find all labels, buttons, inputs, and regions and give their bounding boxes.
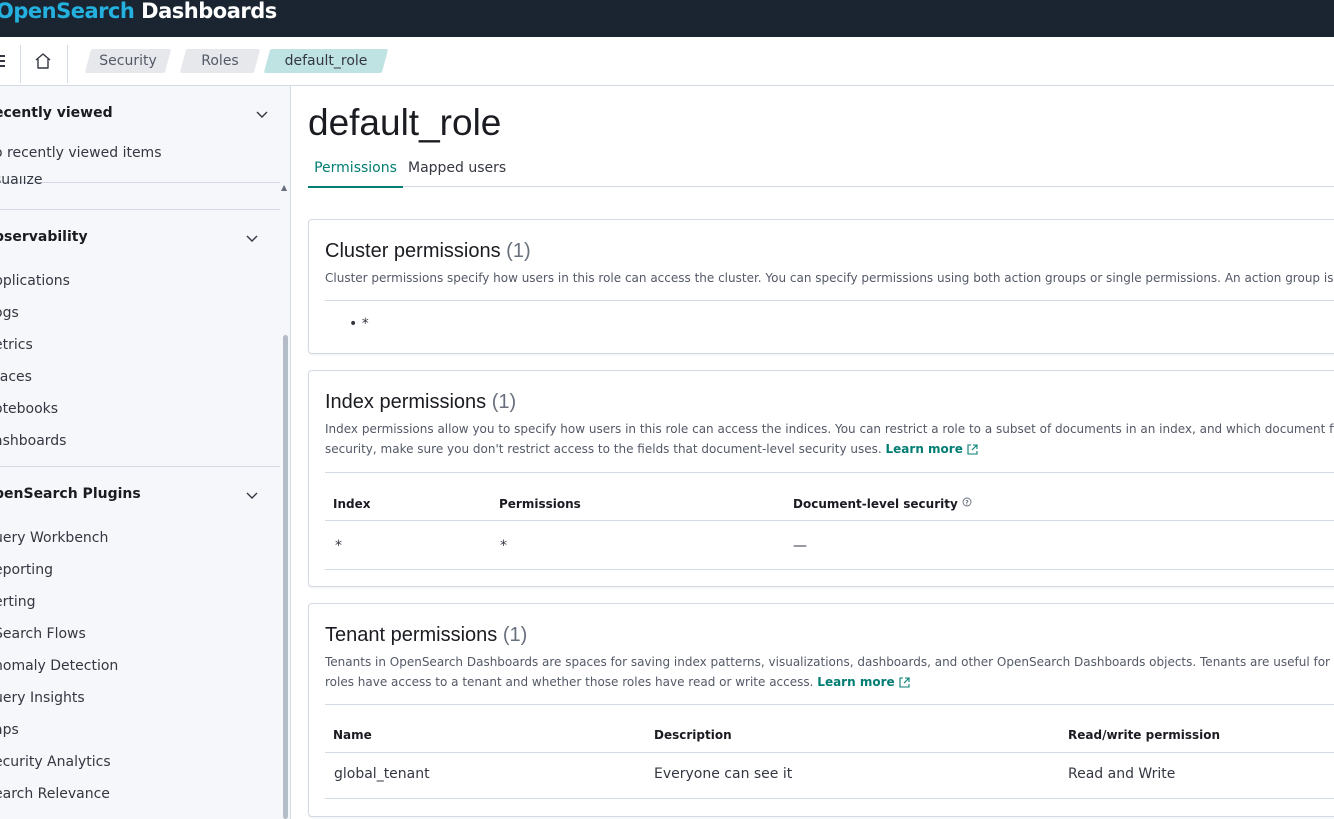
cluster-permissions-panel: Cluster permissions (1) Cluster permissi… — [308, 219, 1334, 354]
column-header-permissions[interactable]: Permissions — [499, 497, 581, 511]
main-content: default_role Permissions Mapped users Cl… — [291, 86, 1334, 819]
menu-toggle-icon[interactable] — [0, 51, 8, 71]
left-nav: ecently viewed o recently viewed items s… — [0, 86, 291, 819]
chevron-down-icon[interactable] — [246, 232, 258, 244]
divider — [0, 466, 280, 467]
divider — [325, 569, 1334, 570]
recently-viewed-title[interactable]: ecently viewed — [0, 105, 113, 121]
divider — [67, 45, 68, 83]
nav-item-search-flows[interactable]: Search Flows — [0, 626, 86, 642]
column-header-description[interactable]: Description — [654, 728, 732, 742]
permissions-cell: * — [500, 538, 507, 554]
tenant-description-cell: Everyone can see it — [654, 766, 793, 782]
divider — [325, 704, 1334, 705]
divider — [20, 45, 21, 83]
nav-item-query-workbench[interactable]: uery Workbench — [0, 530, 108, 546]
divider — [325, 300, 1334, 301]
nav-item-maps[interactable]: aps — [0, 722, 19, 738]
divider — [0, 209, 280, 210]
nav-item-traces[interactable]: races — [0, 369, 32, 385]
learn-more-link[interactable]: Learn more — [817, 675, 894, 689]
plugins-title[interactable]: penSearch Plugins — [0, 486, 141, 502]
learn-more-link[interactable]: Learn more — [886, 442, 963, 456]
brand-suffix: Dashboards — [134, 0, 277, 23]
breadcrumb-bar: Security Roles default_role — [0, 37, 1334, 86]
index-permissions-title: Index permissions (1) — [325, 391, 517, 413]
nav-item-search-relevance[interactable]: earch Relevance — [0, 786, 110, 802]
external-link-icon — [967, 444, 978, 455]
column-header-read-write[interactable]: Read/write permission — [1068, 728, 1220, 742]
index-permissions-description-2: security, make sure you don't restrict a… — [325, 439, 1334, 459]
chevron-down-icon[interactable] — [246, 489, 258, 501]
tenant-name-cell: global_tenant — [334, 766, 430, 782]
cluster-permissions-title: Cluster permissions (1) — [325, 240, 531, 262]
index-permissions-description: Index permissions allow you to specify h… — [325, 422, 1334, 436]
tenant-permissions-description-2: roles have access to a tenant and whethe… — [325, 672, 1334, 692]
divider — [325, 752, 1334, 753]
column-header-name[interactable]: Name — [333, 728, 372, 742]
scrollbar-thumb[interactable] — [283, 335, 288, 819]
divider — [325, 472, 1334, 473]
top-header: OpenSearch Dashboards — [0, 0, 1334, 37]
tenant-permissions-title: Tenant permissions (1) — [325, 624, 528, 646]
breadcrumb-security[interactable]: Security — [84, 49, 172, 73]
index-cell: * — [335, 538, 342, 554]
nav-item-dashboards[interactable]: ashboards — [0, 433, 66, 449]
opensearch-logo[interactable]: OpenSearch Dashboards — [0, 0, 277, 26]
divider — [325, 798, 1334, 799]
tenant-permissions-panel: Tenant permissions (1) Tenants in OpenSe… — [308, 603, 1334, 817]
tab-bar: Permissions Mapped users — [308, 150, 1334, 188]
nav-item-metrics[interactable]: etrics — [0, 337, 33, 353]
nav-item-alerting[interactable]: erting — [0, 594, 36, 610]
divider — [325, 520, 1334, 521]
column-header-index[interactable]: Index — [333, 497, 370, 511]
tenant-permissions-description: Tenants in OpenSearch Dashboards are spa… — [325, 655, 1334, 669]
dls-cell: — — [793, 538, 807, 554]
column-header-dls[interactable]: Document-level security ? — [793, 497, 972, 511]
breadcrumb-roles[interactable]: Roles — [179, 49, 261, 73]
chevron-down-icon[interactable] — [256, 108, 268, 120]
observability-title[interactable]: bservability — [0, 229, 88, 245]
nav-item-applications[interactable]: pplications — [0, 273, 70, 289]
tab-mapped-users[interactable]: Mapped users — [408, 160, 506, 186]
page-title: default_role — [308, 102, 502, 143]
cluster-permission-item: • * — [349, 316, 369, 332]
recently-viewed-empty: o recently viewed items — [0, 145, 162, 161]
nav-item-reporting[interactable]: eporting — [0, 562, 53, 578]
nav-item-security-analytics[interactable]: ecurity Analytics — [0, 754, 111, 770]
tenant-permission-cell: Read and Write — [1068, 766, 1176, 782]
breadcrumb-current: default_role — [263, 49, 389, 73]
nav-item-visualize[interactable]: sualize — [0, 176, 43, 188]
svg-text:?: ? — [965, 500, 969, 507]
index-permissions-panel: Index permissions (1) Index permissions … — [308, 370, 1334, 587]
cluster-permissions-description: Cluster permissions specify how users in… — [325, 271, 1334, 285]
brand-name: OpenSearch — [0, 0, 135, 23]
nav-item-logs[interactable]: ogs — [0, 305, 19, 321]
scroll-up-icon[interactable]: ▲ — [281, 183, 287, 192]
external-link-icon — [899, 677, 910, 688]
home-icon[interactable] — [32, 51, 54, 71]
nav-item-notebooks[interactable]: otebooks — [0, 401, 58, 417]
nav-item-anomaly-detection[interactable]: nomaly Detection — [0, 658, 118, 674]
tab-permissions[interactable]: Permissions — [308, 160, 403, 188]
nav-item-query-insights[interactable]: uery Insights — [0, 690, 85, 706]
help-icon[interactable]: ? — [962, 497, 972, 507]
